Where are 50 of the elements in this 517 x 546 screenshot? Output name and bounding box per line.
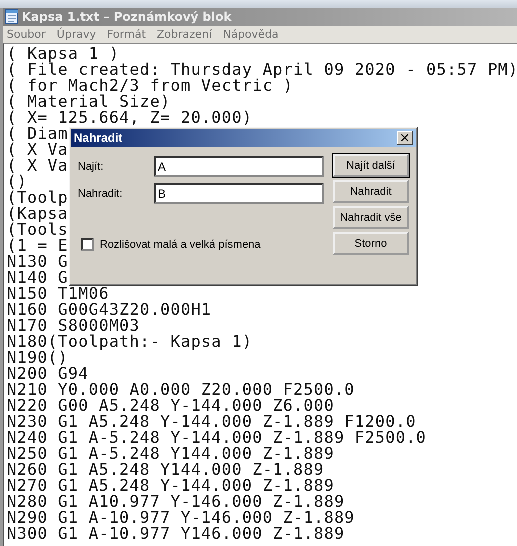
text-line: ( Kapsa 1 ): [7, 46, 120, 62]
checkbox[interactable]: [81, 238, 94, 251]
field-label: Najít:: [78, 160, 105, 172]
text-line: N250 G1 A-5.248 Y144.000 Z-1.889: [7, 446, 334, 462]
text-line: N230 G1 A5.248 Y-144.000 Z-1.889 F1200.0: [7, 414, 416, 430]
close-button[interactable]: ×: [397, 131, 413, 145]
text-line: N180(Toolpath:- Kapsa 1): [7, 334, 253, 350]
text-line: N290 G1 A-10.977 Y-146.000 Z-1.889: [7, 510, 355, 526]
text-line: (Kapsa: [7, 206, 68, 222]
menu-item[interactable]: Nápověda: [223, 28, 279, 42]
text-line: ( Diam: [7, 126, 68, 142]
text-line: N150 T1M06: [7, 286, 110, 302]
menu-item[interactable]: Formát: [107, 28, 146, 42]
dialog-button[interactable]: Najít další: [333, 154, 409, 177]
text-line: N190(): [7, 350, 68, 366]
dialog-button[interactable]: Nahradit vše: [333, 206, 409, 229]
checkbox-label: Rozlišovat malá a velká písmena: [100, 238, 261, 250]
dialog-title: Nahradit: [74, 131, 123, 145]
text-line: ( File created: Thursday April 09 2020 - 05:57 PM): [7, 62, 517, 78]
text-line: N260 G1 A5.248 Y144.000 Z-1.889: [7, 462, 324, 478]
dialog-button[interactable]: Nahradit: [333, 180, 409, 203]
text-line: ( X= 125.664, Z= 20.000): [7, 110, 253, 126]
text-line: (1 = E: [7, 238, 68, 254]
text-line: N140 G: [7, 270, 68, 286]
text-line: (Tools: [7, 222, 68, 238]
text-line: N210 Y0.000 A0.000 Z20.000 F2500.0: [7, 382, 355, 398]
menu-item[interactable]: Soubor: [7, 28, 46, 42]
text-line: N170 S8000M03: [7, 318, 140, 334]
text-line: N280 G1 A10.977 Y-146.000 Z-1.889: [7, 494, 345, 510]
text-line: N220 G00 A5.248 Y-144.000 Z6.000: [7, 398, 334, 414]
text-line: N160 G00G43Z20.000H1: [7, 302, 212, 318]
text-line: (Toolp: [7, 190, 68, 206]
notepad-icon: [5, 9, 19, 25]
window-title: Kapsa 1.txt – Poznámkový blok: [22, 10, 232, 24]
menu-item[interactable]: Zobrazení: [157, 28, 212, 42]
text-line: ( X Va: [7, 142, 68, 158]
text-line: (): [7, 174, 28, 190]
menu-item[interactable]: Úpravy: [56, 28, 96, 42]
text-field[interactable]: B: [154, 183, 324, 204]
text-line: N240 G1 A-5.248 Y-144.000 Z-1.889 F2500.0: [7, 430, 427, 446]
text-line: N270 G1 A5.248 Y-144.000 Z-1.889: [7, 478, 334, 494]
text-line: N300 G1 A-10.977 Y146.000 Z-1.889: [7, 526, 345, 542]
field-label: Nahradit:: [78, 188, 124, 200]
text-line: ( X Va: [7, 158, 68, 174]
text-line: ( Material Size): [7, 94, 171, 110]
text-line: N130 G: [7, 254, 68, 270]
text-field[interactable]: A: [154, 156, 324, 177]
dialog-button[interactable]: Storno: [333, 232, 409, 255]
text-line: N200 G94: [7, 366, 89, 382]
text-line: ( for Mach2/3 from Vectric ): [7, 78, 294, 94]
